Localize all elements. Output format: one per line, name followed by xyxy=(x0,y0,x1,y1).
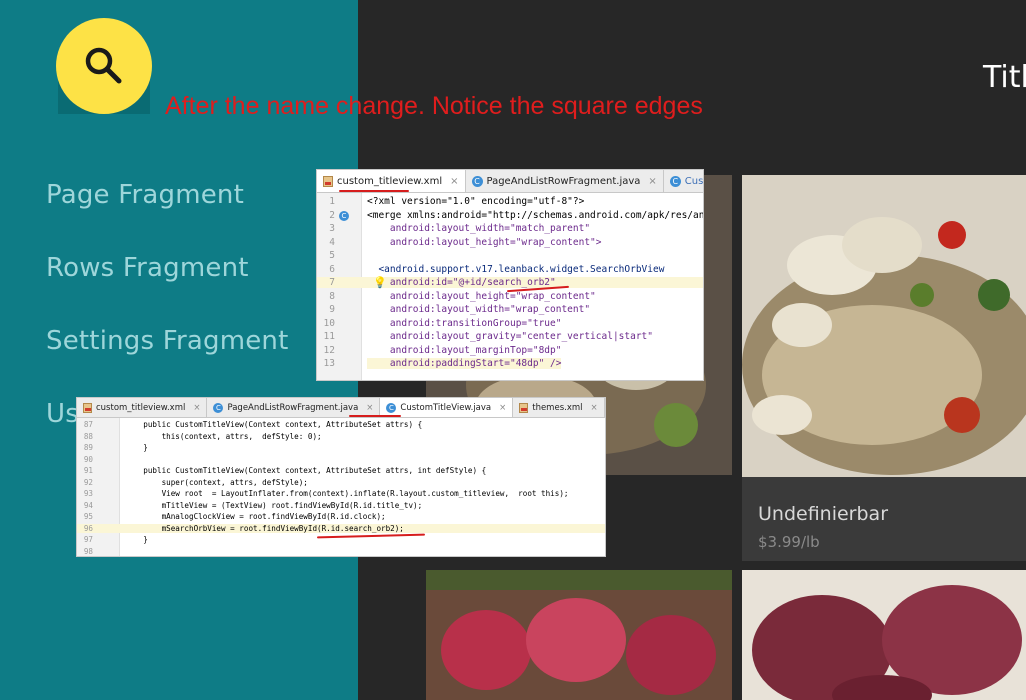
tab-pageandlistrowfragment-java[interactable]: C PageAndListRowFragment.java × xyxy=(466,170,664,192)
code-line: 98 xyxy=(83,546,93,556)
class-file-icon: C xyxy=(339,210,349,221)
code-line: 90 xyxy=(83,454,93,464)
card-image[interactable] xyxy=(742,570,1026,700)
card-price: $3.99/lb xyxy=(758,533,820,551)
close-icon[interactable]: × xyxy=(499,403,506,413)
class-file-icon: C xyxy=(213,402,224,413)
xml-code-panel: custom_titleview.xml × C PageAndListRowF… xyxy=(316,169,704,381)
close-icon[interactable]: × xyxy=(591,403,598,413)
xml-file-icon xyxy=(323,175,333,187)
code-line: 89 } xyxy=(83,443,148,452)
card-image[interactable] xyxy=(426,570,732,700)
java-code-panel: custom_titleview.xml × C PageAndListRowF… xyxy=(76,397,606,557)
tab-label: CustomTitleVie xyxy=(684,175,704,187)
code-line: 5 xyxy=(329,250,335,261)
search-icon xyxy=(85,47,122,84)
code-line: 94 mTitleView = (TextView) root.findView… xyxy=(83,500,423,510)
tab-label: PageAndListRowFragment.java xyxy=(227,402,359,413)
code-line-highlighted: 96 mSearchOrbView = root.findViewById(R.… xyxy=(77,523,605,533)
code-line: 92 super(context, attrs, defStyle); xyxy=(83,477,308,487)
card-image[interactable] xyxy=(742,175,1026,477)
close-icon[interactable]: × xyxy=(193,403,200,413)
search-orb-button[interactable] xyxy=(56,18,152,114)
code-line: 8 android:layout_height="wrap_content" xyxy=(329,290,596,302)
tab-label: custom_titleview.xml xyxy=(337,175,443,187)
class-file-icon: C xyxy=(386,402,397,413)
sidebar-item-rows-fragment[interactable]: Rows Fragment xyxy=(46,253,249,283)
close-icon[interactable]: × xyxy=(366,403,373,413)
card-title: Undefinierbar xyxy=(758,503,889,525)
sidebar-item-us[interactable]: Us xyxy=(46,399,79,429)
sidebar-item-settings-fragment[interactable]: Settings Fragment xyxy=(46,326,289,356)
active-tab-underline xyxy=(349,415,401,417)
code-line: 95 mAnalogClockView = root.findViewById(… xyxy=(83,512,386,521)
code-line: 88 this(context, attrs, defStyle: 0); xyxy=(83,431,322,441)
sidebar-item-page-fragment[interactable]: Page Fragment xyxy=(46,180,244,210)
close-icon[interactable]: × xyxy=(648,176,656,187)
code-line: 3 android:layout_width="match_parent" xyxy=(329,223,591,234)
tab-label: custom_titleview.xml xyxy=(96,402,186,413)
card-info[interactable]: Undefinierbar $3.99/lb xyxy=(742,477,1026,561)
xml-file-icon xyxy=(83,402,92,413)
code-line: 2 C <merge xmlns:android="http://schemas.a… xyxy=(329,209,704,221)
tab-label: CustomTitleView.java xyxy=(400,402,492,413)
code-line: 9 android:layout_width="wrap_content" xyxy=(329,304,591,315)
annotation-text: After the name change. Notice the square… xyxy=(165,92,703,120)
close-icon[interactable]: × xyxy=(450,176,458,187)
class-file-icon: C xyxy=(669,175,681,187)
code-line: 13 android:paddingStart="48dp" /> xyxy=(323,358,562,369)
tab-label: PageAndListRowFragment.java xyxy=(486,175,641,187)
code-line: 93 View root = LayoutInflater.from(conte… xyxy=(83,489,569,498)
code-line: 11 android:layout_gravity="center_vertic… xyxy=(323,331,653,342)
code-line: 10 android:transitionGroup="true" xyxy=(323,317,562,329)
food-photo-image xyxy=(742,175,1026,477)
xml-file-icon xyxy=(519,402,529,413)
page-title: Titl xyxy=(983,60,1026,95)
tab-label: themes.xml xyxy=(532,402,583,413)
active-tab-underline xyxy=(339,190,409,192)
radish-photo-image xyxy=(426,570,732,700)
tab-customtitleview-java[interactable]: C CustomTitleVie xyxy=(664,170,704,192)
onion-photo-image xyxy=(742,570,1026,700)
code-editor[interactable]: 1 <?xml version="1.0" encoding="utf-8"?> … xyxy=(317,194,703,380)
code-line: 91 public CustomTitleView(Context contex… xyxy=(83,466,487,475)
code-line: 12 android:layout_marginTop="8dp" xyxy=(323,344,562,356)
tab-custom-titleview-xml[interactable]: custom_titleview.xml × xyxy=(77,398,208,417)
code-line: 4 android:layout_height="wrap_content"> xyxy=(329,236,602,248)
class-file-icon: C xyxy=(471,175,483,187)
code-line-highlighted: 7 💡 android:id="@+id/search_orb2" xyxy=(317,276,703,289)
editor-tab-bar: custom_titleview.xml × C PageAndListRowF… xyxy=(77,398,605,418)
tab-custom-titleview-xml[interactable]: custom_titleview.xml × xyxy=(317,170,466,192)
code-line: 1 <?xml version="1.0" encoding="utf-8"?> xyxy=(329,196,585,207)
tab-themes-xml[interactable]: themes.xml × xyxy=(513,398,605,417)
code-line: 6 <android.support.v17.leanback.widget.S… xyxy=(329,263,665,275)
code-line: 87 public CustomTitleView(Context contex… xyxy=(83,420,423,429)
